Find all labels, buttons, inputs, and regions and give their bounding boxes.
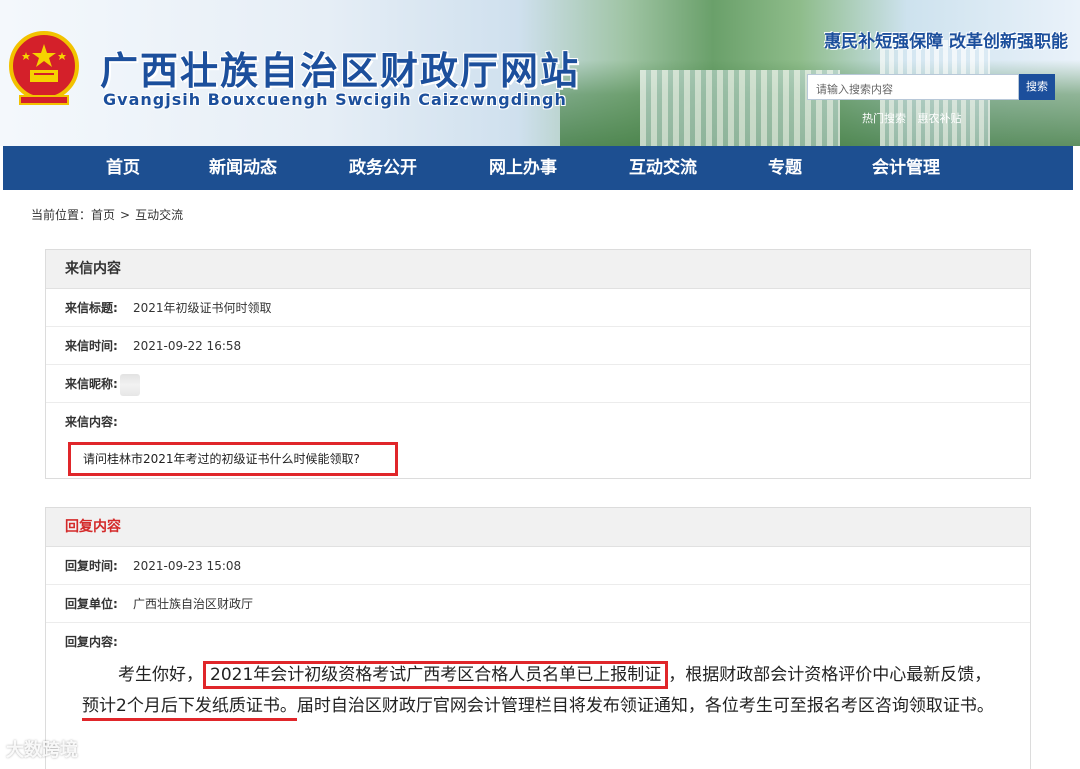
- breadcrumb-link-home[interactable]: 首页: [91, 208, 115, 222]
- reply-highlight-underline: 预计2个月后下发纸质证书。: [82, 696, 297, 721]
- site-header: 广西壮族自治区财政厅网站 Gvangjsih Bouxcuengh Swcigi…: [0, 0, 1080, 146]
- breadcrumb-separator: >: [120, 208, 131, 222]
- letter-content-row: 来信内容:: [46, 403, 1030, 441]
- watermark: 大数跨境: [6, 740, 78, 761]
- reply-panel: 回复内容 回复时间: 2021-09-23 15:08 回复单位: 广西壮族自治区财…: [45, 507, 1031, 769]
- reply-text-part1: 考生你好，: [118, 665, 203, 685]
- nav-item-home[interactable]: 首页: [68, 146, 178, 190]
- letter-title-row: 来信标题: 2021年初级证书何时领取: [46, 289, 1030, 327]
- hotword-link[interactable]: 热门搜索: [862, 112, 906, 125]
- letter-time-value: 2021-09-22 16:58: [133, 339, 242, 353]
- reply-unit-row: 回复单位: 广西壮族自治区财政厅: [46, 585, 1030, 623]
- site-subtitle: Gvangjsih Bouxcuengh Swcigih Caizcwngdin…: [103, 90, 567, 109]
- reply-time-row: 回复时间: 2021-09-23 15:08: [46, 547, 1030, 585]
- letter-time-label: 来信时间:: [65, 339, 118, 353]
- reply-highlight-box: 2021年会计初级资格考试广西考区合格人员名单已上报制证: [203, 661, 669, 689]
- nav-item-news[interactable]: 新闻动态: [188, 146, 298, 190]
- nickname-blurred: [119, 373, 140, 396]
- nav-item-accounting[interactable]: 会计管理: [851, 146, 961, 190]
- search-input[interactable]: 请输入搜索内容: [807, 74, 1019, 100]
- letter-nickname-row: 来信昵称:: [46, 365, 1030, 403]
- letter-content-highlight: 请问桂林市2021年考过的初级证书什么时候能领取?: [68, 442, 398, 476]
- reply-unit-value: 广西壮族自治区财政厅: [133, 597, 254, 611]
- hotword-link[interactable]: 惠农补贴: [918, 112, 962, 125]
- reply-text-part2: ，根据财政部会计资格评价中心最新反馈，: [668, 665, 992, 685]
- letter-nickname-label: 来信昵称:: [65, 377, 118, 391]
- reply-time-label: 回复时间:: [65, 559, 118, 573]
- letter-heading: 来信内容: [46, 250, 1030, 289]
- reply-time-value: 2021-09-23 15:08: [133, 559, 242, 573]
- letter-title-value: 2021年初级证书何时领取: [133, 301, 272, 315]
- nav-item-special-topics[interactable]: 专题: [730, 146, 840, 190]
- letter-time-row: 来信时间: 2021-09-22 16:58: [46, 327, 1030, 365]
- search-button[interactable]: 搜索: [1019, 74, 1055, 100]
- reply-heading: 回复内容: [46, 508, 1030, 547]
- reply-content-label: 回复内容:: [65, 635, 118, 649]
- nav-item-online-services[interactable]: 网上办事: [468, 146, 578, 190]
- breadcrumb-link-interaction[interactable]: 互动交流: [135, 208, 183, 222]
- nav-item-gov-affairs[interactable]: 政务公开: [328, 146, 438, 190]
- reply-content-row: 回复内容:: [46, 623, 1030, 661]
- national-emblem-icon[interactable]: [8, 30, 80, 112]
- letter-title-label: 来信标题:: [65, 301, 118, 315]
- main-nav: 首页 新闻动态 政务公开 网上办事 互动交流 专题 会计管理: [3, 146, 1073, 190]
- reply-unit-label: 回复单位:: [65, 597, 118, 611]
- reply-text-part3: 届时自治区财政厅官网会计管理栏目将发布领证通知，各位考生可至报名考区咨询领取证书…: [296, 696, 994, 716]
- site-slogan: 惠民补短强保障 改革创新强职能: [824, 32, 1068, 52]
- reply-body: 考生你好， 2021年会计初级资格考试广西考区合格人员名单已上报制证 ，根据财政部会…: [82, 660, 1002, 722]
- hot-search-links: 热门搜索 惠农补贴: [862, 110, 970, 126]
- site-title: 广西壮族自治区财政厅网站: [100, 49, 581, 93]
- nav-item-interaction[interactable]: 互动交流: [608, 146, 718, 190]
- breadcrumb-prefix: 当前位置：: [31, 208, 92, 222]
- letter-content-label: 来信内容:: [65, 415, 118, 429]
- breadcrumb: 当前位置：首页 > 互动交流: [31, 206, 183, 223]
